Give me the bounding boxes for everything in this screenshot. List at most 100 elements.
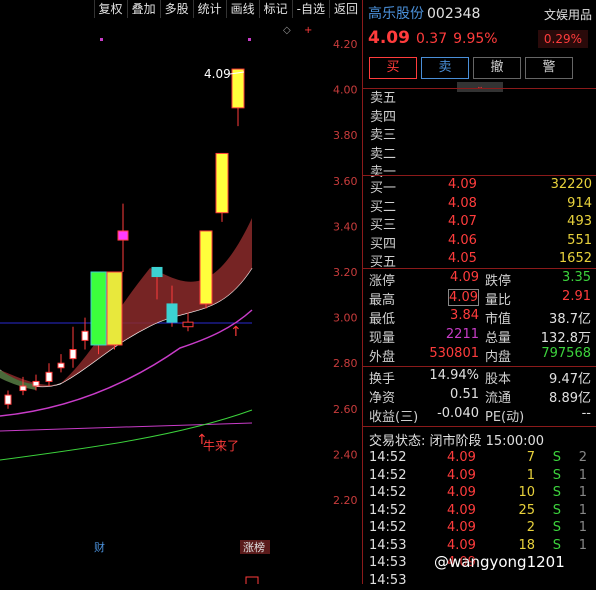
trade-row: 14:52 4.09 10 S 1 [369, 485, 591, 502]
stat-key: 量比 [485, 293, 512, 308]
stat-value: 2211 [445, 327, 479, 342]
stat-key: 市值 [485, 312, 512, 327]
price-line: 4.09 0.37 9.95% [368, 28, 504, 48]
stock-name[interactable]: 高乐股份 [368, 6, 424, 22]
trade-side: S [552, 520, 561, 535]
price-tick-label: 2.40 [333, 448, 358, 461]
stock-header: 高乐股份 002348 [368, 3, 480, 23]
ob-price: 4.05 [448, 251, 477, 266]
ob-volume: 32220 [550, 177, 592, 192]
annotation-text: 牛来了 [203, 438, 239, 453]
stat-row: 净资 0.51 流通 8.89亿 [369, 387, 591, 406]
stat-row: 收益(三) -0.040 PE(动) -- [369, 406, 591, 425]
price-tick-label: 2.20 [333, 494, 358, 507]
candle-body [151, 266, 163, 278]
stat-key: 最高 [369, 293, 396, 308]
cloud-band [0, 218, 252, 387]
stat-key: 现量 [369, 331, 396, 346]
toolbar-item[interactable]: 统计 [192, 0, 226, 18]
trade-volume: 10 [518, 485, 535, 500]
kline-svg: 4.20 4.00 3.80 3.60 3.40 3.20 3.00 2.80 2.60 2.40… [0, 25, 358, 586]
stat-key: 外盘 [369, 350, 396, 365]
stat-row: 换手 14.94% 股本 9.47亿 [369, 368, 591, 387]
kline-chart[interactable]: 4.20 4.00 3.80 3.60 3.40 3.20 3.00 2.80 2.60 2.40… [0, 18, 362, 586]
price-tick-label: 3.40 [333, 220, 358, 233]
stock-code: 002348 [427, 6, 481, 22]
stat-value: 4.09 [448, 289, 479, 306]
trade-side: S [552, 537, 561, 553]
toolbar-item[interactable]: -自选 [291, 0, 329, 18]
quote-panel: 高乐股份 002348 文娱用品 0.29% 4.09 0.37 9.95% 买 卖 … [363, 0, 596, 588]
trade-volume: 18 [518, 537, 535, 553]
ob-label: 卖二 [370, 146, 397, 162]
candle-body [231, 68, 245, 109]
stat-key: PE(动) [485, 410, 525, 425]
price-tick-label: 4.00 [333, 84, 358, 97]
ob-label: 买四 [370, 236, 397, 252]
stat-value: 530801 [429, 346, 479, 361]
stat-key: 流通 [485, 391, 512, 406]
ask-row[interactable]: 卖二 [370, 143, 592, 162]
stat-value: 3.35 [562, 270, 591, 285]
bid-row[interactable]: 买五 4.05 1652 [370, 251, 592, 270]
toolbar-item[interactable]: 叠加 [126, 0, 160, 18]
bid-row[interactable]: 买三 4.07 493 [370, 214, 592, 233]
trade-time: 14:53 [369, 572, 407, 588]
trade-count: 1 [578, 520, 587, 535]
candle-body [106, 271, 123, 346]
candle-body [81, 330, 89, 341]
ob-label: 卖三 [370, 128, 397, 143]
candle-body [69, 349, 77, 360]
ob-label: 卖四 [370, 109, 397, 125]
price-tick-label: 3.20 [333, 266, 358, 279]
alert-button[interactable]: 警 [525, 57, 573, 79]
price-pct: 9.95% [453, 31, 498, 47]
toolbar-item[interactable]: 多股 [159, 0, 193, 18]
ob-label: 买三 [370, 218, 397, 233]
bid-row[interactable]: 买二 4.08 914 [370, 196, 592, 215]
arrow-up-icon: ↑ [230, 324, 242, 340]
trade-row: 14:52 4.09 25 S 1 [369, 503, 591, 520]
price-tick-label: 4.20 [333, 38, 358, 51]
trade-volume: 25 [518, 502, 535, 518]
cancel-button[interactable]: 撤 [473, 57, 521, 79]
trade-row: 14:53 4.09 18 S 1 [369, 538, 591, 555]
stat-value: 797568 [541, 346, 591, 361]
ob-label: 卖五 [370, 91, 397, 106]
stat-key: 换手 [369, 372, 396, 387]
trade-count: 1 [578, 467, 587, 483]
stat-value: 8.89亿 [549, 391, 591, 406]
stat-value: 9.47亿 [549, 372, 591, 387]
trade-row: 14:53 [369, 573, 591, 590]
buy-button[interactable]: 买 [369, 57, 417, 79]
toolbar-item[interactable]: 返回 [328, 0, 362, 18]
trade-price: 4.09 [447, 467, 476, 483]
ask-row[interactable]: 卖三 [370, 124, 592, 143]
watermark: @wangyong1201 [434, 553, 565, 571]
stat-key: 净资 [369, 391, 396, 406]
ob-price: 4.09 [448, 177, 477, 192]
divider [363, 268, 596, 269]
trade-side: S [552, 502, 561, 518]
ob-volume: 1652 [558, 251, 592, 266]
ask-row[interactable]: 卖四 [370, 106, 592, 125]
price-tick-label: 3.60 [333, 175, 358, 188]
toolbar-item[interactable]: 画线 [225, 0, 259, 18]
sell-button[interactable]: 卖 [421, 57, 469, 79]
bid-row[interactable]: 买一 4.09 32220 [370, 177, 592, 196]
toolbar-item[interactable]: 标记 [258, 0, 292, 18]
toolbar-item[interactable]: 复权 [93, 0, 127, 18]
trade-price: 4.09 [447, 450, 476, 465]
ob-price: 4.07 [448, 214, 477, 229]
divider [363, 175, 596, 176]
stat-key: 收益(三) [369, 410, 419, 425]
stat-key: 内盘 [485, 350, 512, 365]
ask-row[interactable]: 卖五 [370, 87, 592, 106]
sector-name[interactable]: 文娱用品 [544, 6, 592, 23]
ma-long-line [0, 422, 253, 432]
candle-body [117, 230, 129, 241]
price-tick-label: 2.60 [333, 403, 358, 416]
trade-price: 4.09 [447, 502, 476, 518]
trade-count: 1 [578, 485, 587, 500]
bid-row[interactable]: 买四 4.06 551 [370, 233, 592, 252]
